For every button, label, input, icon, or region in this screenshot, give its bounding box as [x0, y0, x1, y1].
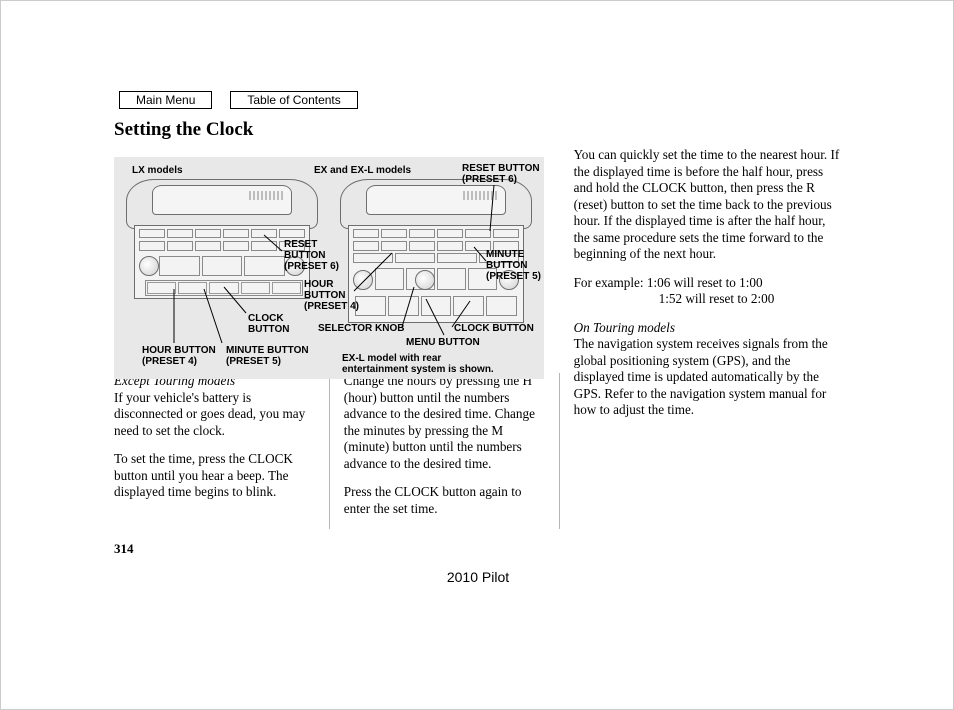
- col2-para-1: Change the hours by pressing the H (hour…: [344, 373, 545, 472]
- selector-knob-label: SELECTOR KNOB: [318, 323, 405, 334]
- main-menu-button[interactable]: Main Menu: [119, 91, 212, 109]
- col3-para-1: You can quickly set the time to the near…: [574, 147, 842, 263]
- minute-button-label-lx: MINUTE BUTTON (PRESET 5): [226, 345, 309, 367]
- clock-button-label-ex: CLOCK BUTTON: [454, 323, 534, 334]
- reset-button-label-ex: RESET BUTTON (PRESET 6): [462, 163, 540, 185]
- footer-model-year: 2010 Pilot: [1, 569, 954, 585]
- col1-para-1: If your vehicle's battery is disconnecte…: [114, 390, 315, 440]
- ex-models-label: EX and EX-L models: [314, 165, 411, 176]
- hour-button-label-lx: HOUR BUTTON (PRESET 4): [142, 345, 216, 367]
- toc-button[interactable]: Table of Contents: [230, 91, 357, 109]
- col3-subhead: On Touring models: [574, 320, 842, 337]
- clock-button-label-lx: CLOCK BUTTON: [248, 313, 289, 335]
- page-number: 314: [114, 541, 134, 557]
- minute-button-label-ex: MINUTE BUTTON (PRESET 5): [486, 249, 541, 282]
- column-2: Change the hours by pressing the H (hour…: [344, 373, 545, 529]
- example-line-1: 1:06 will reset to 1:00: [647, 275, 763, 290]
- col1-para-2: To set the time, press the CLOCK button …: [114, 451, 315, 501]
- column-separator-2: [559, 373, 560, 529]
- page: Main Menu Table of Contents Setting the …: [0, 0, 954, 710]
- exl-note-label: EX-L model with rear entertainment syste…: [342, 353, 494, 375]
- diagram-panel: LX models EX and EX-L models: [114, 157, 544, 379]
- col3-example: For example: 1:06 will reset to 1:00 1:5…: [574, 275, 842, 308]
- nav-bar: Main Menu Table of Contents: [119, 91, 842, 109]
- column-1: Except Touring models If your vehicle's …: [114, 373, 315, 529]
- content-area: Main Menu Table of Contents Setting the …: [114, 91, 842, 529]
- column-3: You can quickly set the time to the near…: [574, 147, 842, 529]
- lx-models-label: LX models: [132, 165, 183, 176]
- example-line-2: 1:52 will reset to 2:00: [659, 291, 775, 308]
- hour-button-label-ex: HOUR BUTTON (PRESET 4): [304, 279, 359, 312]
- col2-para-2: Press the CLOCK button again to enter th…: [344, 484, 545, 517]
- example-label: For example:: [574, 275, 644, 290]
- col3-para-2: The navigation system receives signals f…: [574, 336, 842, 419]
- page-title: Setting the Clock: [114, 119, 842, 141]
- column-separator-1: [329, 373, 330, 529]
- reset-button-label-lx: RESET BUTTON (PRESET 6): [284, 239, 339, 272]
- menu-button-label: MENU BUTTON: [406, 337, 480, 348]
